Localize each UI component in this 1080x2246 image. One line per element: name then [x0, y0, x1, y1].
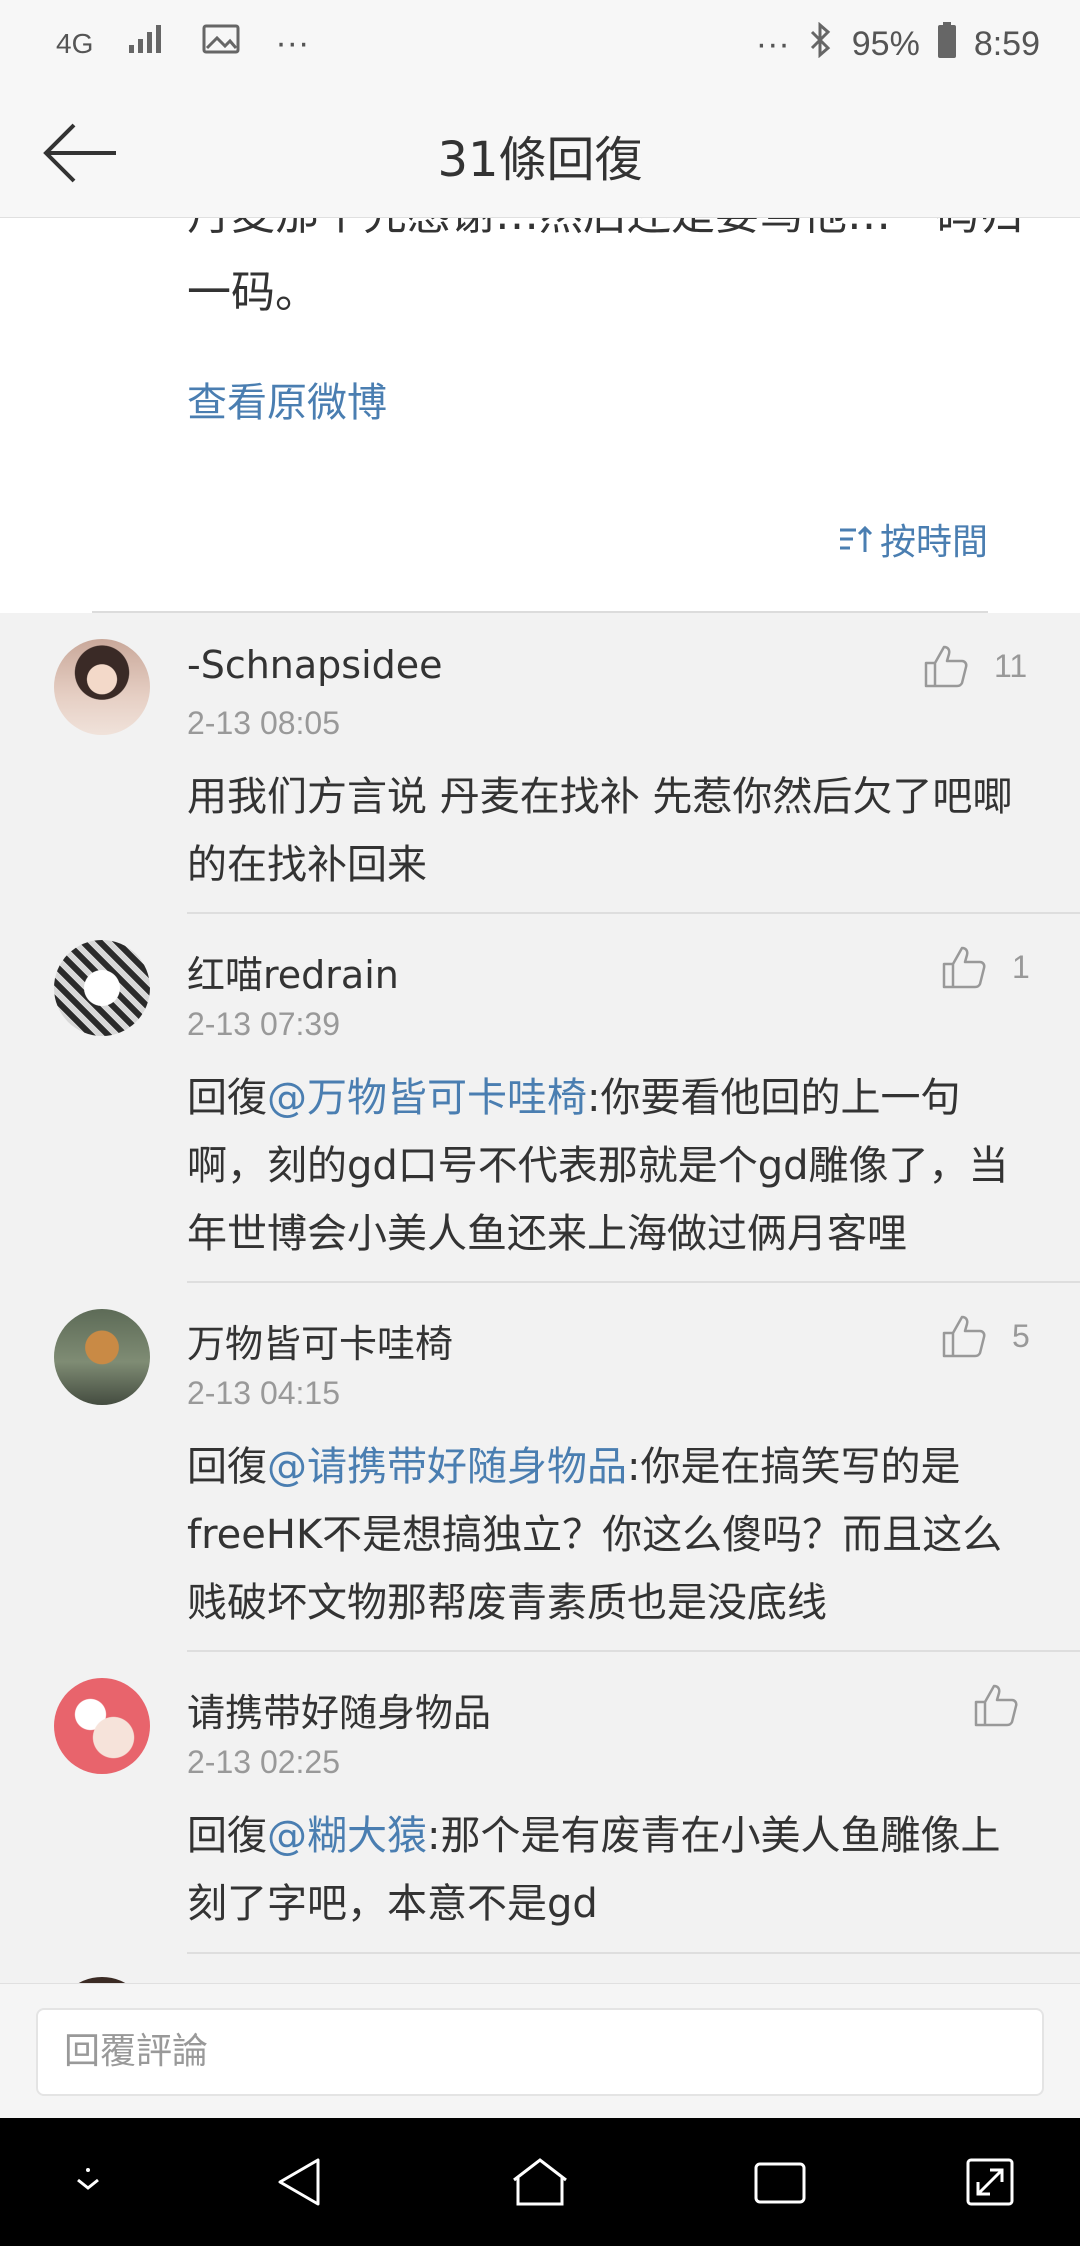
- like-count: 1: [1012, 948, 1030, 985]
- clock: 8:59: [973, 25, 1040, 63]
- bluetooth-icon: [808, 21, 834, 67]
- hide-navbar-button[interactable]: [48, 2146, 128, 2218]
- reply-prefix: 回復: [187, 1444, 267, 1490]
- comment-divider: [187, 1650, 1080, 1652]
- like-button[interactable]: [972, 1682, 1044, 1728]
- header: 31條回復: [0, 90, 1080, 218]
- recent-apps-button[interactable]: [740, 2146, 820, 2218]
- like-count: 11: [994, 647, 1028, 684]
- comment-author[interactable]: 万物皆可卡哇椅: [187, 1313, 453, 1368]
- comment-time: 2-13 04:15: [187, 1375, 341, 1411]
- comment-body: 回復@万物皆可卡哇椅:你要看他回的上一句啊，刻的gd口号不代表那就是个gd雕像了…: [187, 1064, 1017, 1268]
- mention-link[interactable]: @糊大猿: [267, 1813, 427, 1859]
- comment-divider: [187, 1952, 1080, 1954]
- comment-divider: [187, 912, 1080, 914]
- signal-icon: [127, 23, 167, 64]
- navigation-bar: [0, 2118, 1080, 2246]
- home-button[interactable]: [500, 2146, 580, 2218]
- comment-body: 用我们方言说 丹麦在找补 先惹你然后欠了吧唧的在找补回来: [187, 763, 1017, 899]
- battery-percent: 95%: [851, 25, 920, 63]
- avatar[interactable]: [54, 639, 150, 735]
- reply-comment-input[interactable]: 回覆評論: [36, 2008, 1044, 2096]
- back-nav-button[interactable]: [260, 2146, 340, 2218]
- comment-body: 回復@请携带好随身物品:你是在搞笑写的是freeHK不是想搞独立？你这么傻吗？而…: [187, 1433, 1017, 1637]
- more-notifications-icon: ···: [275, 24, 310, 62]
- comment-author[interactable]: -Schnapsidee: [187, 643, 443, 687]
- thumbs-up-icon: [942, 1315, 986, 1358]
- network-type: 4G: [56, 27, 94, 59]
- like-button[interactable]: 11: [922, 643, 1027, 689]
- sort-label: 按時間: [879, 522, 988, 563]
- view-original-link[interactable]: 查看原微博: [187, 370, 387, 428]
- comment-author[interactable]: 请携带好随身物品: [187, 1682, 491, 1737]
- more-status-icon: ···: [755, 25, 790, 63]
- like-count: 5: [1012, 1317, 1030, 1354]
- like-button[interactable]: 1: [940, 944, 1030, 990]
- thumbs-up-icon: [942, 946, 986, 989]
- comment-time: 2-13 02:25: [187, 1744, 341, 1780]
- comment-time: 2-13 08:05: [187, 705, 341, 741]
- comment-list: -Schnapsidee 2-13 08:05 11 用我们方言说 丹麦在找补 …: [0, 613, 1080, 1983]
- reply-prefix: 回復: [187, 1813, 267, 1859]
- sort-icon: [839, 525, 873, 552]
- comment-time: 2-13 07:39: [187, 1006, 341, 1042]
- avatar[interactable]: [54, 1309, 150, 1405]
- avatar[interactable]: [54, 940, 150, 1036]
- comment-body: 回復@糊大猿:那个是有废青在小美人鱼雕像上刻了字吧，本意不是gd: [187, 1802, 1017, 1938]
- triangle-back-icon: [278, 2158, 320, 2206]
- expand-icon: [966, 2158, 1014, 2206]
- thumbs-up-icon: [974, 1684, 1018, 1727]
- chevron-down-icon: [77, 2168, 99, 2190]
- battery-icon: [937, 22, 956, 67]
- mention-link[interactable]: @万物皆可卡哇椅: [267, 1075, 587, 1121]
- home-icon: [513, 2158, 567, 2206]
- reply-bar: 回覆評論: [0, 1983, 1080, 2118]
- comment-divider: [187, 1281, 1080, 1283]
- recent-apps-icon: [754, 2162, 806, 2204]
- comment-text: 用我们方言说 丹麦在找补 先惹你然后欠了吧唧的在找补回来: [187, 774, 1013, 888]
- avatar[interactable]: [54, 1678, 150, 1774]
- reply-prefix: 回復: [187, 1075, 267, 1121]
- thumbs-up-icon: [924, 645, 968, 688]
- like-button[interactable]: 5: [940, 1313, 1030, 1359]
- expand-screen-button[interactable]: [950, 2146, 1030, 2218]
- page-title: 31條回復: [437, 132, 643, 188]
- original-post: 丹麦那个先感谢…然后还是要骂他…一码归一码。 查看原微博 按時間: [0, 218, 1080, 613]
- status-bar: 4G ··· ··· 95% 8:59: [0, 0, 1080, 90]
- image-notification-icon: [201, 22, 241, 65]
- comment-author[interactable]: 红喵redrain: [187, 944, 399, 999]
- sort-by-time-button[interactable]: 按時間: [838, 513, 988, 565]
- post-text: 丹麦那个先感谢…然后还是要骂他…一码归一码。: [187, 218, 1023, 318]
- mention-link[interactable]: @请携带好随身物品: [267, 1444, 627, 1490]
